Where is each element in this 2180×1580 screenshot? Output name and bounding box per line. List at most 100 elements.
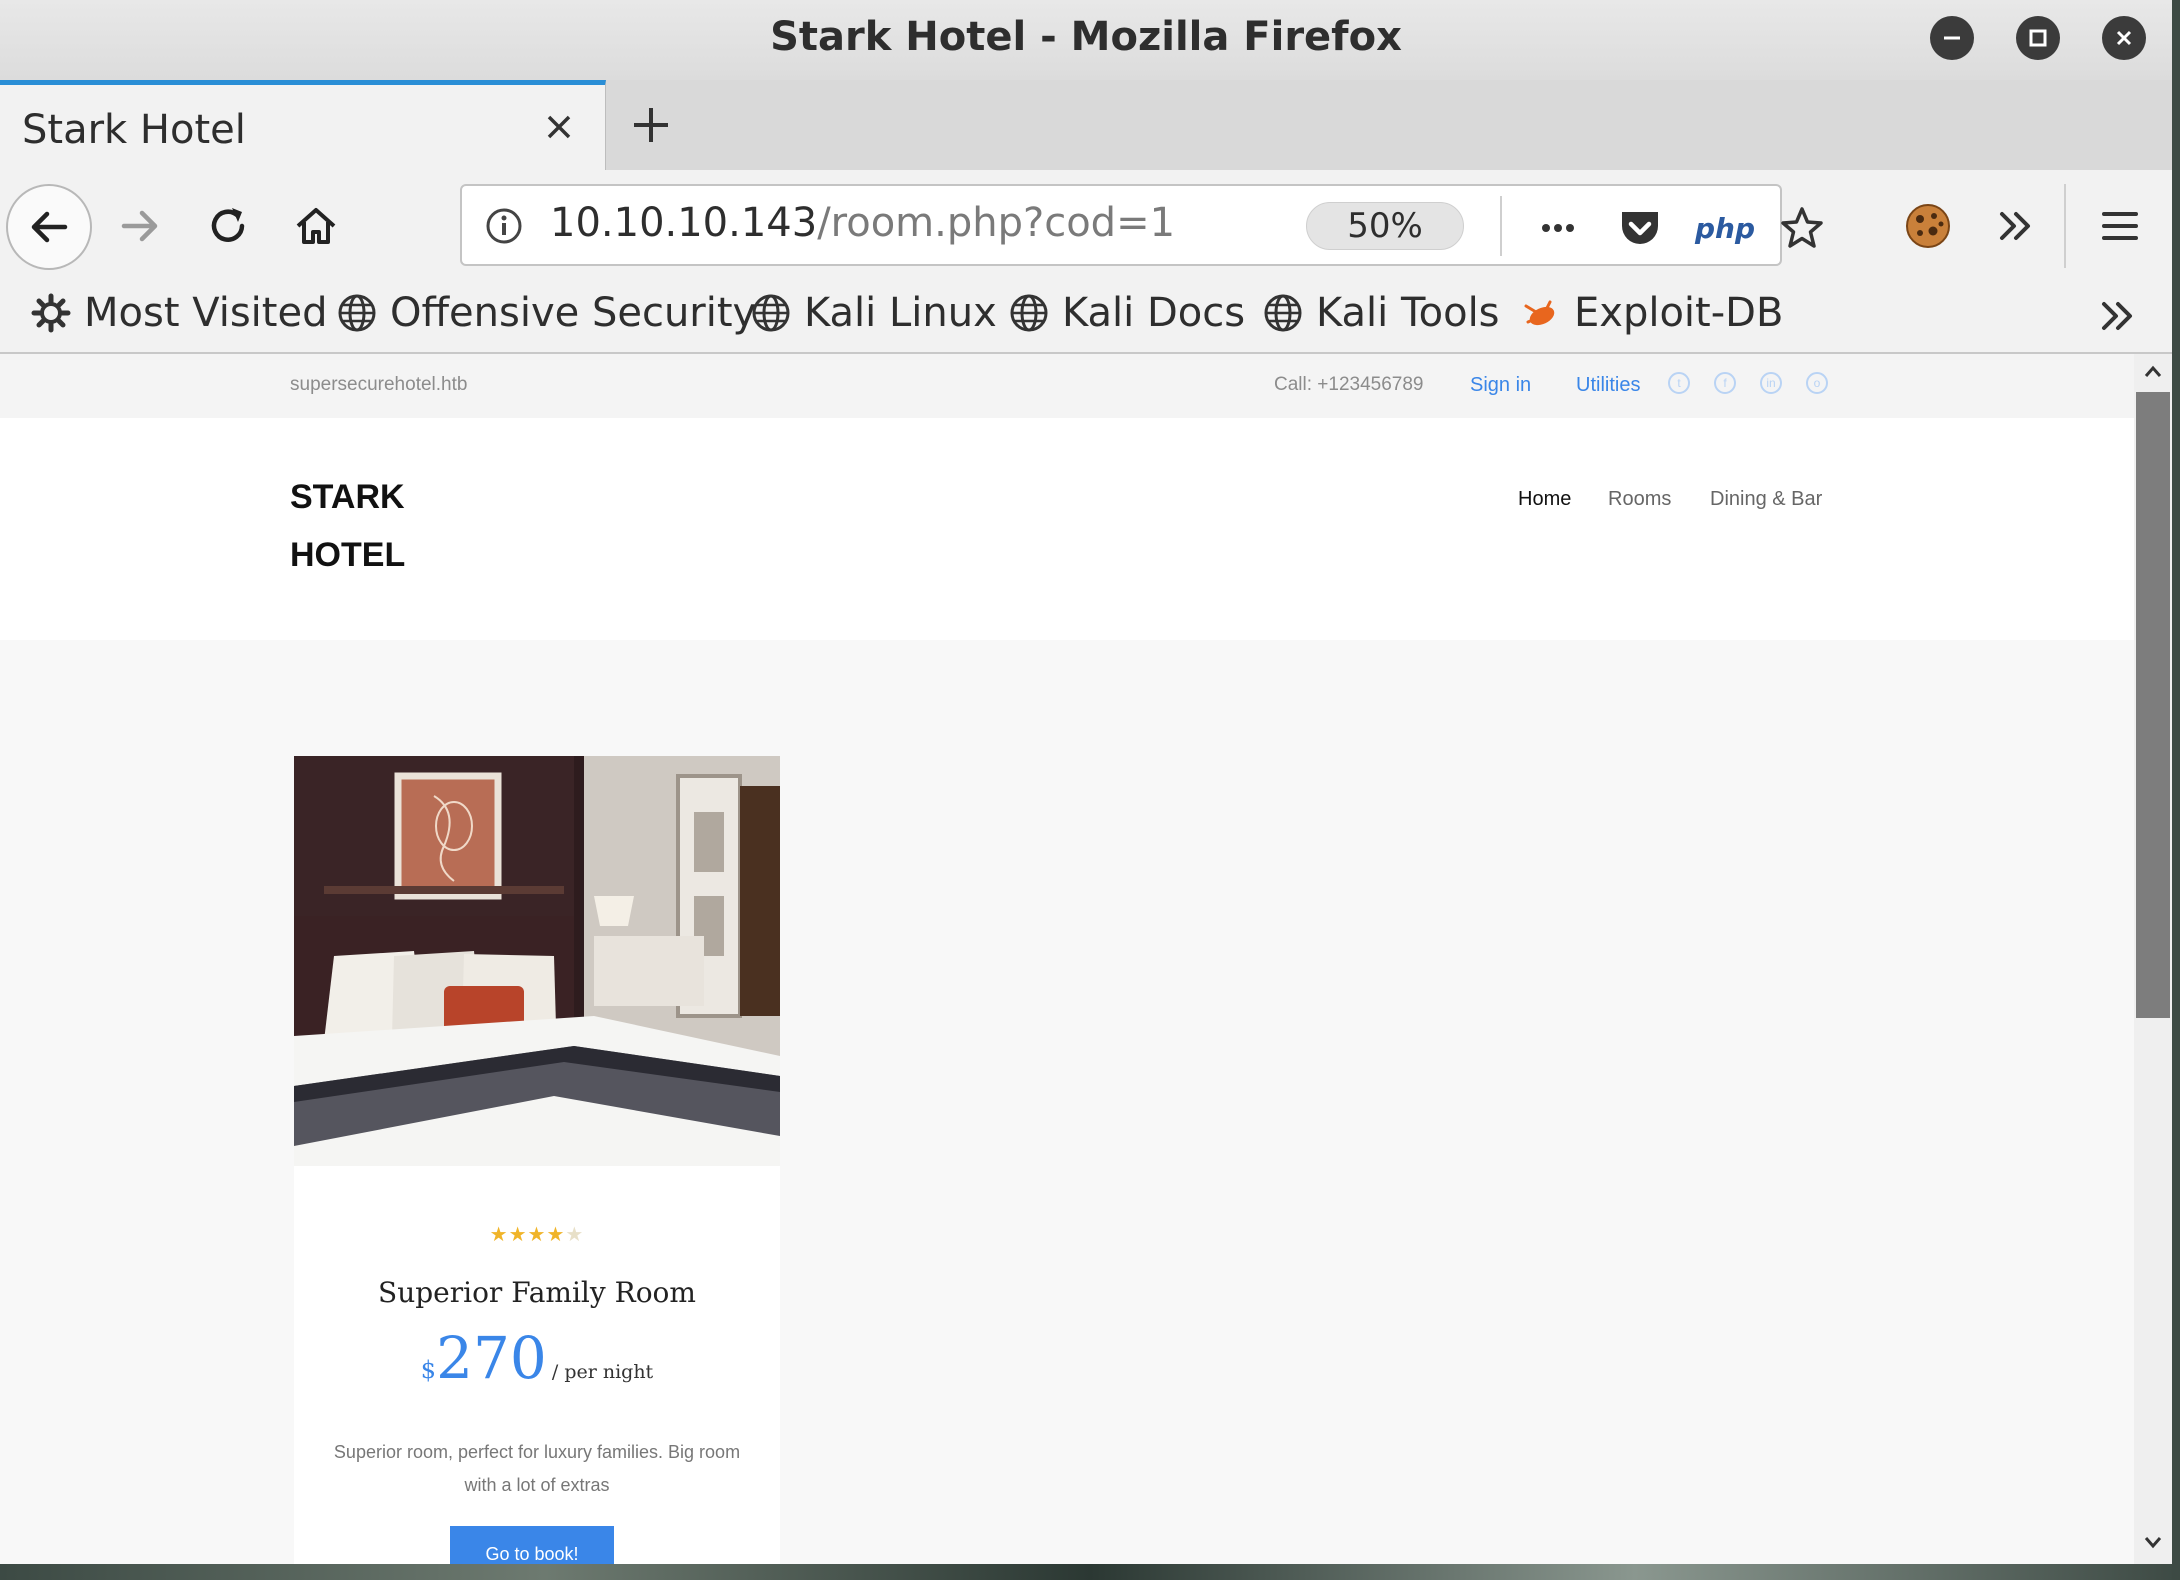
star-filled-icon: ★: [489, 1222, 509, 1246]
bookmark-kali-linux[interactable]: Kali Linux: [750, 290, 997, 336]
site-logo[interactable]: STARK HOTEL: [290, 468, 405, 584]
bookmarks-toolbar: Most Visited Offensive Security Kali Lin…: [0, 282, 2172, 354]
home-button[interactable]: [290, 200, 342, 252]
bookmarks-overflow-icon[interactable]: [2096, 294, 2140, 338]
nav-dining-bar[interactable]: Dining & Bar: [1710, 488, 1822, 511]
scrollbar-thumb[interactable]: [2136, 392, 2170, 1018]
double-chevron-icon: [2000, 212, 2030, 240]
url-text[interactable]: 10.10.10.143/room.php?cod=1: [550, 200, 1175, 246]
toolbar-separator: [2064, 184, 2066, 268]
bookmark-most-visited[interactable]: Most Visited: [30, 290, 327, 336]
scroll-up-button[interactable]: [2137, 356, 2169, 388]
price-amount: 270: [436, 1324, 547, 1392]
star-icon: [1781, 207, 1823, 248]
hamburger-menu-button[interactable]: [2092, 198, 2148, 254]
browser-window: Stark Hotel - Mozilla Firefox Stark Hote…: [0, 0, 2172, 1564]
bookmark-kali-docs[interactable]: Kali Docs: [1008, 290, 1245, 336]
chevron-up-icon: [2144, 365, 2162, 377]
scroll-down-button[interactable]: [2137, 1526, 2169, 1558]
exploit-db-icon: [1524, 300, 1555, 326]
zoom-indicator[interactable]: 50%: [1306, 202, 1464, 250]
bookmark-label: Kali Docs: [1062, 290, 1246, 336]
pocket-icon: [1622, 212, 1658, 244]
price-currency: $: [420, 1356, 437, 1384]
bookmark-label: Kali Linux: [804, 290, 997, 336]
bookmark-kali-tools[interactable]: Kali Tools: [1262, 290, 1500, 336]
globe-icon: [752, 294, 790, 332]
url-host: 10.10.10.143: [550, 200, 818, 246]
room-rating: ★★★★★: [294, 1222, 780, 1246]
globe-icon: [1264, 294, 1302, 332]
price-period: / per night: [551, 1361, 654, 1383]
utilities-link[interactable]: Utilities: [1576, 374, 1640, 397]
title-bar: Stark Hotel - Mozilla Firefox: [0, 0, 2172, 81]
bookmark-label: Offensive Security: [390, 290, 757, 336]
tab-title: Stark Hotel: [22, 107, 246, 153]
url-bar[interactable]: 10.10.10.143/room.php?cod=1 50% php: [460, 184, 1823, 266]
linkedin-icon[interactable]: in: [1760, 372, 1782, 394]
bookmark-star-button[interactable]: [1778, 204, 1826, 252]
site-phone: Call: +123456789: [1274, 374, 1424, 395]
bookmark-label: Kali Tools: [1316, 290, 1500, 336]
chevron-down-icon: [2144, 1537, 2162, 1549]
close-tab-icon[interactable]: [539, 107, 579, 147]
home-icon: [296, 208, 336, 244]
reload-button[interactable]: [202, 200, 254, 252]
instagram-icon[interactable]: o: [1806, 372, 1828, 394]
star-filled-icon: ★: [508, 1222, 528, 1246]
maximize-button[interactable]: [2016, 16, 2060, 60]
room-name: Superior Family Room: [378, 1276, 696, 1309]
more-dots-icon: [1542, 224, 1574, 232]
desktop-background: [0, 1564, 2180, 1580]
room-photo: [294, 756, 780, 1166]
bookmark-label: Most Visited: [84, 290, 328, 336]
site-header: STARK HOTEL Home Rooms Dining & Bar: [0, 418, 2134, 640]
star-empty-icon: ★: [565, 1222, 585, 1246]
room-description: Superior room, perfect for luxury famili…: [333, 1442, 741, 1495]
bookmark-exploit-db[interactable]: Exploit-DB: [1520, 290, 1783, 336]
forward-button[interactable]: [114, 200, 166, 252]
pocket-button[interactable]: [1616, 204, 1664, 252]
hamburger-icon: [2102, 212, 2138, 240]
nav-rooms[interactable]: Rooms: [1608, 488, 1671, 511]
room-card: ★★★★★ Superior Family Room $270 / per ni…: [294, 756, 780, 1564]
minimize-icon: [1944, 36, 1960, 40]
star-filled-icon: ★: [546, 1222, 566, 1246]
book-button[interactable]: Go to book!: [450, 1526, 614, 1564]
php-icon: php: [1694, 211, 1756, 245]
maximize-icon: [2029, 29, 2047, 47]
back-arrow-icon: [31, 211, 68, 243]
back-button[interactable]: [6, 184, 92, 270]
facebook-icon[interactable]: f: [1714, 372, 1736, 394]
close-icon: [2116, 30, 2132, 46]
twitter-icon[interactable]: t: [1668, 372, 1690, 394]
php-extension-button[interactable]: php: [1692, 204, 1758, 252]
close-window-button[interactable]: [2102, 16, 2146, 60]
forward-arrow-icon: [121, 210, 158, 242]
logo-line-1: STARK: [290, 478, 405, 516]
minimize-button[interactable]: [1930, 16, 1974, 60]
room-price: $270 / per night: [294, 1324, 780, 1392]
page-content: supersecurehotel.htb Call: +123456789 Si…: [0, 354, 2134, 1564]
new-tab-icon[interactable]: [626, 100, 676, 150]
site-info-icon[interactable]: [484, 206, 524, 246]
tab-stark-hotel[interactable]: Stark Hotel: [0, 80, 606, 170]
url-separator: [1500, 196, 1502, 256]
nav-toolbar: 10.10.10.143/room.php?cod=1 50% php: [0, 170, 2172, 282]
bookmark-offensive-security[interactable]: Offensive Security: [336, 290, 756, 336]
gear-icon: [31, 293, 71, 333]
nav-home[interactable]: Home: [1518, 488, 1571, 511]
url-path: /room.php?cod=1: [817, 200, 1176, 246]
sign-in-link[interactable]: Sign in: [1470, 374, 1531, 397]
globe-icon: [1010, 294, 1048, 332]
cookie-extension-button[interactable]: [1900, 198, 1956, 254]
bookmark-label: Exploit-DB: [1574, 290, 1784, 336]
overflow-menu-button[interactable]: [1988, 198, 2044, 254]
site-domain: supersecurehotel.htb: [290, 374, 468, 395]
site-top-bar: supersecurehotel.htb Call: +123456789 Si…: [0, 354, 2134, 418]
page-actions-button[interactable]: [1534, 204, 1582, 252]
tab-strip: Stark Hotel: [0, 80, 2172, 171]
star-filled-icon: ★: [527, 1222, 547, 1246]
globe-icon: [338, 294, 376, 332]
logo-line-2: HOTEL: [290, 536, 406, 574]
